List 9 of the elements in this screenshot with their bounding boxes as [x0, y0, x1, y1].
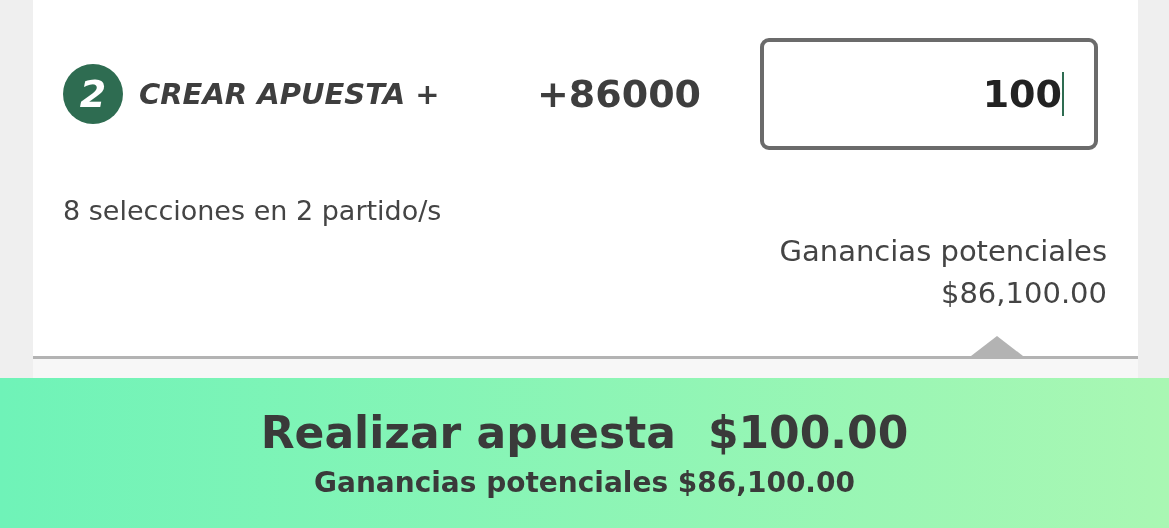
place-bet-button[interactable]: Realizar apuesta $100.00 Ganancias potenciales $86,100.00 [0, 378, 1169, 528]
selections-summary: 8 selecciones en 2 partido/s [63, 195, 443, 226]
potential-winnings-amount: $86,100.00 [940, 275, 1107, 312]
stake-input-field[interactable]: 100 [760, 38, 1098, 150]
step-number-badge: 2 [63, 64, 123, 124]
create-bet-title: CREAR APUESTA + [139, 77, 440, 111]
odds-value: +86000 [537, 72, 703, 116]
pointer-triangle-icon [971, 336, 1023, 356]
potential-winnings-label: Ganancias potenciales [779, 233, 1107, 270]
